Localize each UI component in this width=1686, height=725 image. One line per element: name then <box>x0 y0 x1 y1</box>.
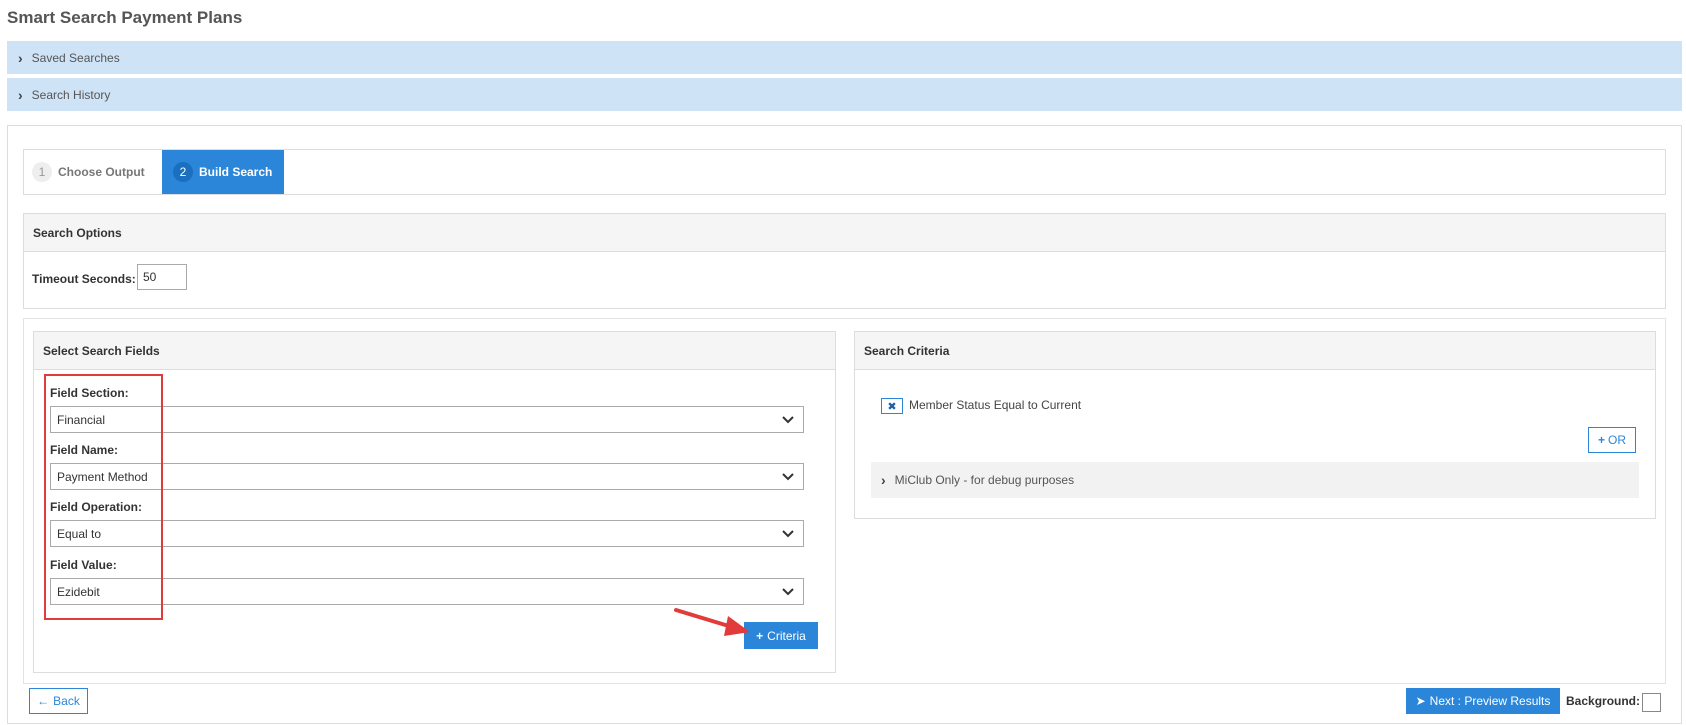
remove-criteria-icon[interactable]: ✖ <box>881 398 903 414</box>
annotation-arrow-icon <box>674 608 750 636</box>
back-label: Back <box>53 694 80 708</box>
search-options-header: Search Options <box>24 214 1665 252</box>
criteria-item: Member Status Equal to Current <box>909 398 1082 412</box>
accordion-label: Search History <box>31 87 111 102</box>
field-section-select[interactable]: Financial <box>50 406 804 433</box>
wizard-steps: 1 Choose Output 2 Build Search <box>23 149 1666 195</box>
search-history-accordion[interactable]: › Search History <box>7 78 1682 111</box>
arrow-left-icon: ← <box>37 694 50 708</box>
chevron-down-icon <box>782 473 794 481</box>
highlight-box <box>44 374 163 620</box>
paper-plane-icon: ➤ <box>1415 694 1426 708</box>
debug-accordion[interactable]: › MiClub Only - for debug purposes <box>871 462 1639 498</box>
debug-label: MiClub Only - for debug purposes <box>894 473 1075 487</box>
accordion-label: Saved Searches <box>31 50 120 65</box>
step-label: Choose Output <box>58 165 145 179</box>
chevron-right-icon: › <box>881 472 886 488</box>
timeout-seconds-input[interactable] <box>137 264 187 290</box>
add-criteria-button[interactable]: + Criteria <box>744 622 818 649</box>
timeout-label: Timeout Seconds: <box>32 272 136 286</box>
step-choose-output[interactable]: 1 Choose Output <box>32 150 145 194</box>
page-title: Smart Search Payment Plans <box>7 8 243 27</box>
field-name-select[interactable]: Payment Method <box>50 463 804 490</box>
step-number: 2 <box>173 162 193 182</box>
chevron-down-icon <box>782 530 794 538</box>
chevron-down-icon <box>782 588 794 596</box>
search-options-panel: Search Options Timeout Seconds: <box>23 213 1666 309</box>
search-criteria-panel: Search Criteria ✖ Member Status Equal to… <box>854 331 1656 519</box>
chevron-right-icon: › <box>18 86 23 103</box>
plus-icon: + <box>756 628 764 643</box>
chevron-right-icon: › <box>18 49 23 66</box>
next-label: Next : Preview Results <box>1429 694 1551 708</box>
add-criteria-label: Criteria <box>767 628 806 643</box>
step-build-search[interactable]: 2 Build Search <box>162 150 284 194</box>
saved-searches-accordion[interactable]: › Saved Searches <box>7 41 1682 74</box>
background-checkbox[interactable] <box>1642 693 1661 712</box>
next-preview-results-button[interactable]: ➤ Next : Preview Results <box>1406 688 1560 714</box>
step-label: Build Search <box>199 165 273 179</box>
field-value-select[interactable]: Ezidebit <box>50 578 804 605</box>
chevron-down-icon <box>782 416 794 424</box>
add-or-button[interactable]: + OR <box>1588 427 1636 453</box>
search-criteria-header: Search Criteria <box>855 332 1655 370</box>
step-number: 1 <box>32 162 52 182</box>
select-fields-header: Select Search Fields <box>34 332 835 370</box>
background-label: Background: <box>1566 694 1641 708</box>
back-button[interactable]: ← Back <box>29 688 88 714</box>
or-label: OR <box>1608 433 1626 447</box>
field-operation-select[interactable]: Equal to <box>50 520 804 547</box>
plus-icon: + <box>1597 433 1605 447</box>
